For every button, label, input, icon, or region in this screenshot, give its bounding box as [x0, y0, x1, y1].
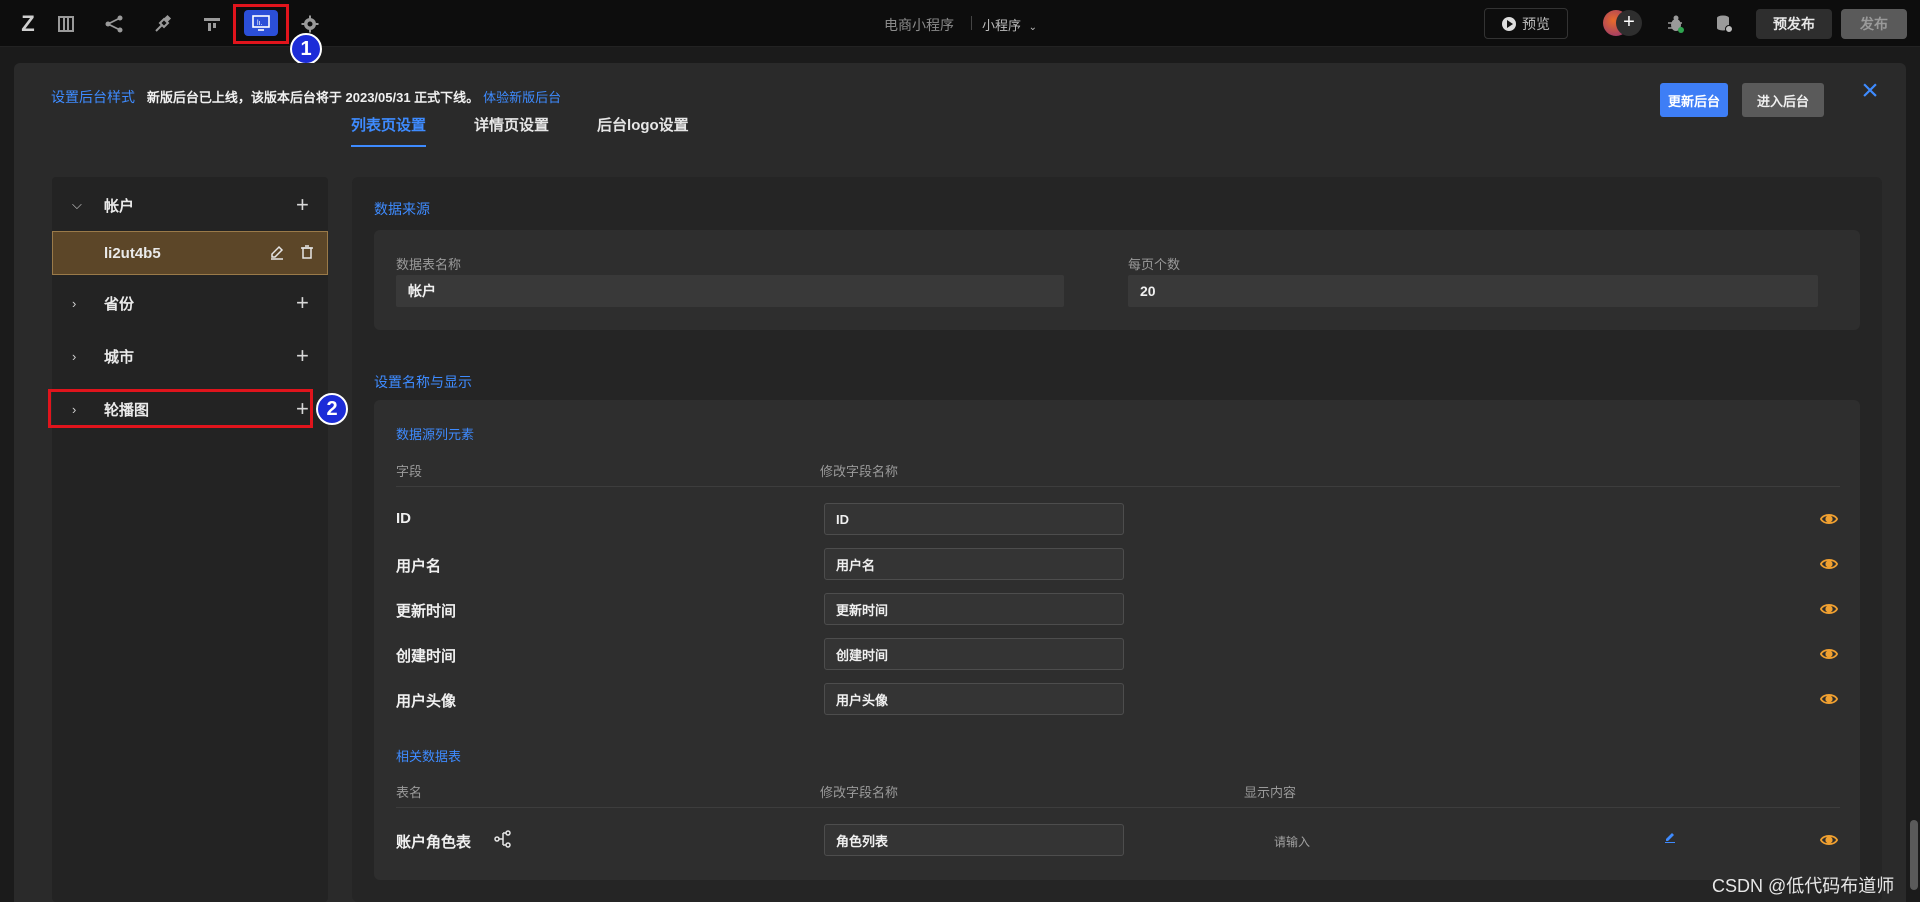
- trash-icon[interactable]: [299, 244, 315, 265]
- app-type-label: 小程序: [982, 18, 1022, 33]
- field-name: 创建时间: [396, 648, 457, 665]
- database-icon[interactable]: [1710, 10, 1738, 38]
- rename-input[interactable]: 创建时间: [824, 638, 1124, 670]
- settings-tabs: 列表页设置 详情页设置 后台logo设置: [351, 114, 737, 147]
- add-icon[interactable]: +: [296, 192, 309, 218]
- notice-link[interactable]: 体验新版后台: [483, 90, 561, 105]
- data-source-card: 数据表名称 帐户 每页个数 20: [374, 230, 1860, 330]
- related-rename-input[interactable]: 角色列表: [824, 824, 1124, 856]
- rename-input[interactable]: 用户名: [824, 548, 1124, 580]
- plugin-icon[interactable]: [149, 10, 177, 38]
- highlight-box-1: [233, 4, 289, 44]
- highlight-box-2: [48, 389, 313, 428]
- preview-button[interactable]: 预览: [1484, 8, 1568, 39]
- tree-item-label: 城市: [104, 348, 135, 366]
- project-name: 电商小程序: [884, 17, 954, 33]
- close-icon[interactable]: ×: [1857, 76, 1883, 106]
- field-name: 用户名: [396, 558, 442, 575]
- app-type-select[interactable]: 小程序 ⌄: [982, 15, 1037, 34]
- col-display-header: 显示内容: [1244, 785, 1297, 800]
- eye-icon[interactable]: [1819, 510, 1839, 528]
- tree-item-province[interactable]: › 省份 +: [52, 283, 328, 323]
- annotation-badge-2: 2: [316, 393, 348, 425]
- edit-icon[interactable]: [269, 244, 285, 265]
- edit-icon[interactable]: [1664, 831, 1676, 846]
- related-header-divider: [396, 807, 1840, 808]
- header-divider: [396, 486, 1840, 487]
- eye-icon[interactable]: [1819, 690, 1839, 708]
- elements-subtitle: 数据源列元素: [396, 427, 475, 442]
- eye-icon[interactable]: [1819, 555, 1839, 573]
- chevron-right-icon[interactable]: ›: [72, 296, 76, 311]
- rename-input[interactable]: ID: [824, 503, 1124, 535]
- tree-item-li2ut4b5[interactable]: li2ut4b5: [52, 231, 328, 275]
- add-member-icon[interactable]: +: [1616, 10, 1642, 36]
- watermark: CSDN @低代码布道师: [1712, 876, 1895, 896]
- related-table-name: 账户角色表: [396, 834, 472, 851]
- chevron-right-icon[interactable]: ›: [72, 349, 76, 364]
- related-tables-subtitle: 相关数据表: [396, 749, 462, 764]
- col-rename2-header: 修改字段名称: [820, 785, 899, 800]
- field-name: 更新时间: [396, 603, 457, 620]
- display-content-input[interactable]: 请输入: [1274, 833, 1310, 850]
- annotation-badge-1: 1: [290, 33, 322, 65]
- per-page-field[interactable]: 20: [1128, 275, 1818, 307]
- enter-backend-button[interactable]: 进入后台: [1742, 83, 1824, 117]
- chevron-down-icon: ⌄: [1028, 22, 1038, 33]
- add-icon[interactable]: +: [296, 290, 309, 316]
- field-name: ID: [396, 510, 411, 527]
- notice-text: 新版后台已上线，该版本后台将于 2023/05/31 正式下线。: [146, 90, 480, 105]
- update-backend-button[interactable]: 更新后台: [1660, 83, 1728, 117]
- tree-item-city[interactable]: › 城市 +: [52, 336, 328, 376]
- publish-button[interactable]: 发布: [1841, 9, 1907, 39]
- col-field-header: 字段: [396, 464, 423, 479]
- col-rename-header: 修改字段名称: [820, 464, 899, 479]
- tree-item-account[interactable]: ⌵ 帐户 +: [52, 185, 328, 225]
- notice-prefix: 设置后台样式: [51, 89, 135, 105]
- logo-icon[interactable]: Z: [14, 10, 42, 38]
- title-divider: [971, 16, 972, 30]
- table-tree-panel: ⌵ 帐户 + li2ut4b5 › 省份 + › 城市 + › 轮播图 +: [52, 177, 328, 902]
- play-icon: [1502, 16, 1516, 31]
- tab-list-page[interactable]: 列表页设置: [351, 114, 427, 147]
- layout-icon[interactable]: [198, 10, 226, 38]
- display-settings-title: 设置名称与显示: [374, 374, 472, 390]
- table-name-field[interactable]: 帐户: [396, 275, 1064, 307]
- chevron-down-icon[interactable]: ⌵: [72, 197, 82, 213]
- tree-item-label: 帐户: [104, 197, 135, 215]
- scrollbar[interactable]: [1910, 820, 1918, 890]
- table-name-label: 数据表名称: [396, 257, 462, 272]
- tree-item-label: li2ut4b5: [104, 244, 161, 262]
- data-source-title: 数据来源: [374, 201, 430, 217]
- relation-icon: [494, 830, 512, 853]
- add-icon[interactable]: +: [296, 343, 309, 369]
- tree-item-label: 省份: [104, 295, 135, 313]
- rename-input[interactable]: 用户头像: [824, 683, 1124, 715]
- bug-icon[interactable]: [1662, 10, 1690, 38]
- pre-publish-button[interactable]: 预发布: [1756, 9, 1832, 39]
- preview-label: 预览: [1522, 15, 1550, 32]
- tab-logo[interactable]: 后台logo设置: [597, 114, 689, 147]
- eye-icon[interactable]: [1819, 645, 1839, 663]
- tab-detail-page[interactable]: 详情页设置: [474, 114, 549, 147]
- eye-icon[interactable]: [1819, 600, 1839, 618]
- eye-icon[interactable]: [1819, 831, 1839, 849]
- table-icon[interactable]: [52, 10, 80, 38]
- flow-icon[interactable]: [100, 10, 128, 38]
- field-name: 用户头像: [396, 693, 457, 710]
- rename-input[interactable]: 更新时间: [824, 593, 1124, 625]
- display-settings-card: 数据源列元素 字段 修改字段名称 ID ID 用户名 用户名 更新时间 更新时间…: [374, 400, 1860, 880]
- col-table-header: 表名: [396, 785, 423, 800]
- notice-banner: 设置后台样式 新版后台已上线，该版本后台将于 2023/05/31 正式下线。 …: [51, 87, 561, 107]
- settings-content: 数据来源 数据表名称 帐户 每页个数 20 设置名称与显示 数据源列元素 字段 …: [352, 177, 1882, 902]
- admin-settings-modal: 设置后台样式 新版后台已上线，该版本后台将于 2023/05/31 正式下线。 …: [14, 63, 1906, 902]
- per-page-label: 每页个数: [1128, 257, 1181, 272]
